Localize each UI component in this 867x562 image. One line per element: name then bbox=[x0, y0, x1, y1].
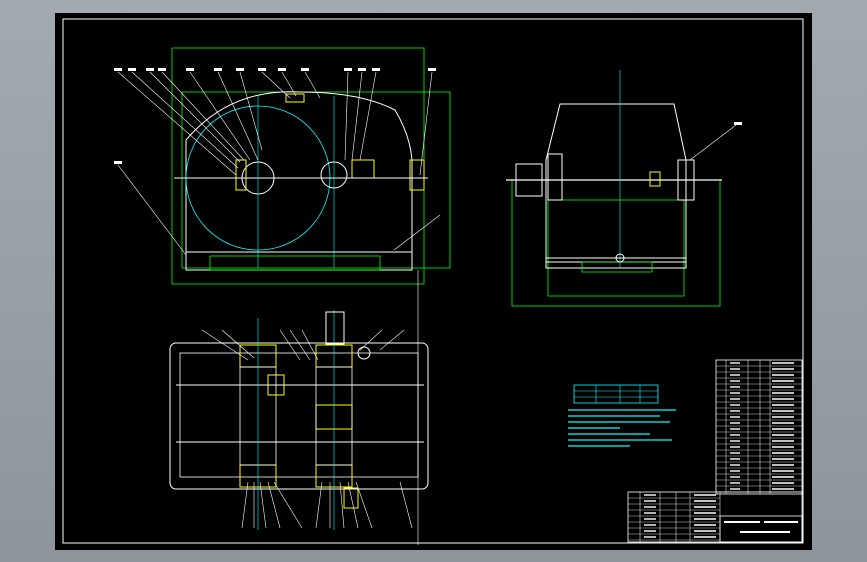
side-view-label-tick bbox=[734, 122, 742, 125]
sheet-background bbox=[55, 13, 812, 550]
cad-viewport[interactable] bbox=[0, 0, 867, 562]
drawing-sheet[interactable] bbox=[0, 0, 867, 562]
